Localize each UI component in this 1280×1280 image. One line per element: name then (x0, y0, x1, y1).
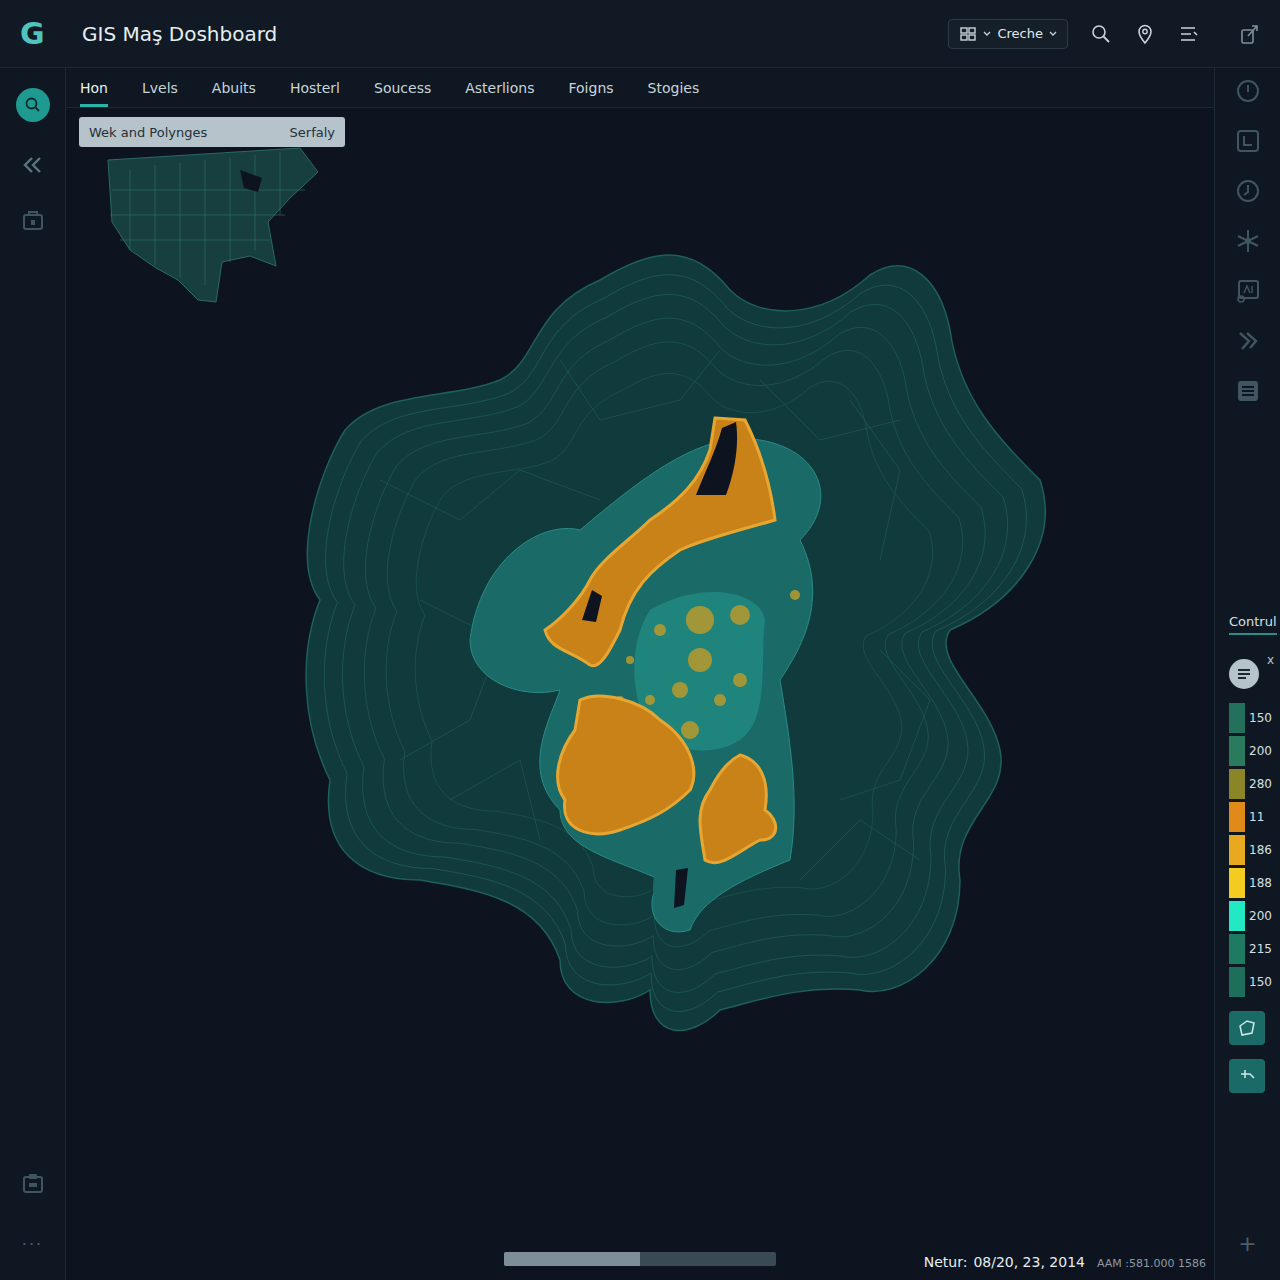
legend-swatch (1229, 769, 1245, 799)
tab[interactable]: Abuits (212, 68, 256, 107)
tab[interactable]: Hosterl (290, 68, 340, 107)
lines-icon (1236, 667, 1252, 681)
legend-swatch (1229, 835, 1245, 865)
legend-value: 200 (1249, 744, 1272, 758)
region-polygon[interactable] (306, 255, 1045, 1030)
status-bar: Netur: 08/20, 23, 2014 AAM :581.000 1586 (924, 1254, 1206, 1270)
legend-menu-button[interactable] (1229, 659, 1259, 689)
alert-icon[interactable] (1235, 78, 1261, 104)
scrollbar-thumb[interactable] (504, 1252, 640, 1266)
legend-value: 215 (1249, 942, 1272, 956)
pin-icon[interactable] (1134, 23, 1156, 45)
legend-swatch (1229, 934, 1245, 964)
brand: G GIS Maş Doshboard (20, 16, 277, 51)
legend-item: 188 (1229, 868, 1272, 898)
timeline-scrollbar[interactable] (504, 1252, 776, 1266)
legend-swatch (1229, 901, 1245, 931)
left-sidebar: ··· (0, 68, 66, 1280)
legend-item: 150 (1229, 703, 1272, 733)
tab[interactable]: Foigns (569, 68, 614, 107)
map-area: Hon Lvels Abuits Hosterl Soucess Asterlions Fo… (66, 68, 1214, 1280)
ai-icon[interactable] (1235, 278, 1261, 304)
legend-value: 150 (1249, 711, 1272, 725)
legend-swatch (1229, 868, 1245, 898)
legend-value: 150 (1249, 975, 1272, 989)
route-icon[interactable] (1235, 328, 1261, 354)
toolbar: Creche (948, 19, 1262, 49)
map[interactable] (66, 108, 1214, 1280)
gis-dashboard: G GIS Maş Doshboard Creche ··· Hon Lvels A… (0, 0, 1280, 1280)
list-icon[interactable] (1235, 378, 1261, 404)
tab[interactable]: Lvels (142, 68, 178, 107)
legend-close[interactable]: x (1267, 653, 1274, 667)
tab[interactable]: Asterlions (465, 68, 534, 107)
draw-polygon-button[interactable] (1229, 1011, 1265, 1045)
legend-value: 11 (1249, 810, 1264, 824)
clipboard-icon[interactable] (21, 1171, 45, 1195)
legend-swatch (1229, 736, 1245, 766)
bag-icon[interactable] (21, 208, 45, 232)
tab-bar: Hon Lvels Abuits Hosterl Soucess Asterlions Fo… (66, 68, 1214, 108)
map-canvas[interactable]: Wek and Polynges Serfaly Netur: 08/20, 2… (66, 108, 1214, 1280)
window-title: GIS Maş Doshboard (82, 22, 277, 46)
right-sidebar: Contrul x 150 200 280 11 186 188 200 215… (1214, 68, 1280, 1280)
more-button[interactable]: ··· (22, 1235, 43, 1254)
status-label: Netur: (924, 1254, 968, 1270)
workspace: ··· Hon Lvels Abuits Hosterl Soucess Asterlio… (0, 68, 1280, 1280)
legend-item: 200 (1229, 736, 1272, 766)
legend-value: 280 (1249, 777, 1272, 791)
status-date: 08/20, 23, 2014 (973, 1254, 1085, 1270)
document-icon[interactable] (1235, 128, 1261, 154)
layer-panel[interactable]: Wek and Polynges Serfaly (79, 117, 345, 147)
chevron-icon (1049, 31, 1057, 37)
tab[interactable]: Hon (80, 68, 108, 107)
search-icon (23, 95, 43, 115)
legend-item: 150 (1229, 967, 1272, 997)
search-icon[interactable] (1090, 23, 1112, 45)
legend-item: 200 (1229, 901, 1272, 931)
top-bar: G GIS Maş Doshboard Creche (0, 0, 1280, 68)
logo[interactable]: G (20, 16, 48, 51)
dropdown-value: Creche (997, 26, 1043, 41)
legend-swatch (1229, 802, 1245, 832)
layer-dropdown[interactable]: Creche (948, 19, 1068, 49)
layer-label: Wek and Polynges (89, 125, 207, 140)
legend-value: 188 (1249, 876, 1272, 890)
legend-value: 186 (1249, 843, 1272, 857)
legend-item: 215 (1229, 934, 1272, 964)
add-button[interactable]: + (1238, 1231, 1256, 1256)
tab[interactable]: Soucess (374, 68, 431, 107)
measure-button[interactable] (1229, 1059, 1265, 1093)
legend-title: Contrul (1229, 614, 1277, 635)
search-button[interactable] (16, 88, 50, 122)
network-icon[interactable] (1235, 228, 1261, 254)
menu-icon[interactable] (1178, 23, 1200, 45)
legend-item: 280 (1229, 769, 1272, 799)
measure-icon (1237, 1066, 1257, 1086)
grid-icon (959, 26, 977, 42)
legend-item: 186 (1229, 835, 1272, 865)
polygon-icon (1237, 1018, 1257, 1038)
overview-map[interactable] (108, 148, 318, 302)
layer-value: Serfaly (290, 125, 335, 140)
collapse-icon[interactable] (21, 154, 45, 176)
export-icon[interactable] (1238, 22, 1262, 46)
legend-swatch (1229, 703, 1245, 733)
status-coords: AAM :581.000 1586 (1097, 1257, 1206, 1270)
chevron-icon (983, 31, 991, 37)
legend-item: 11 (1229, 802, 1272, 832)
legend: Contrul x 150 200 280 11 186 188 200 215… (1215, 614, 1280, 1093)
clock-icon[interactable] (1235, 178, 1261, 204)
legend-swatch (1229, 967, 1245, 997)
legend-value: 200 (1249, 909, 1272, 923)
tab[interactable]: Stogies (648, 68, 700, 107)
